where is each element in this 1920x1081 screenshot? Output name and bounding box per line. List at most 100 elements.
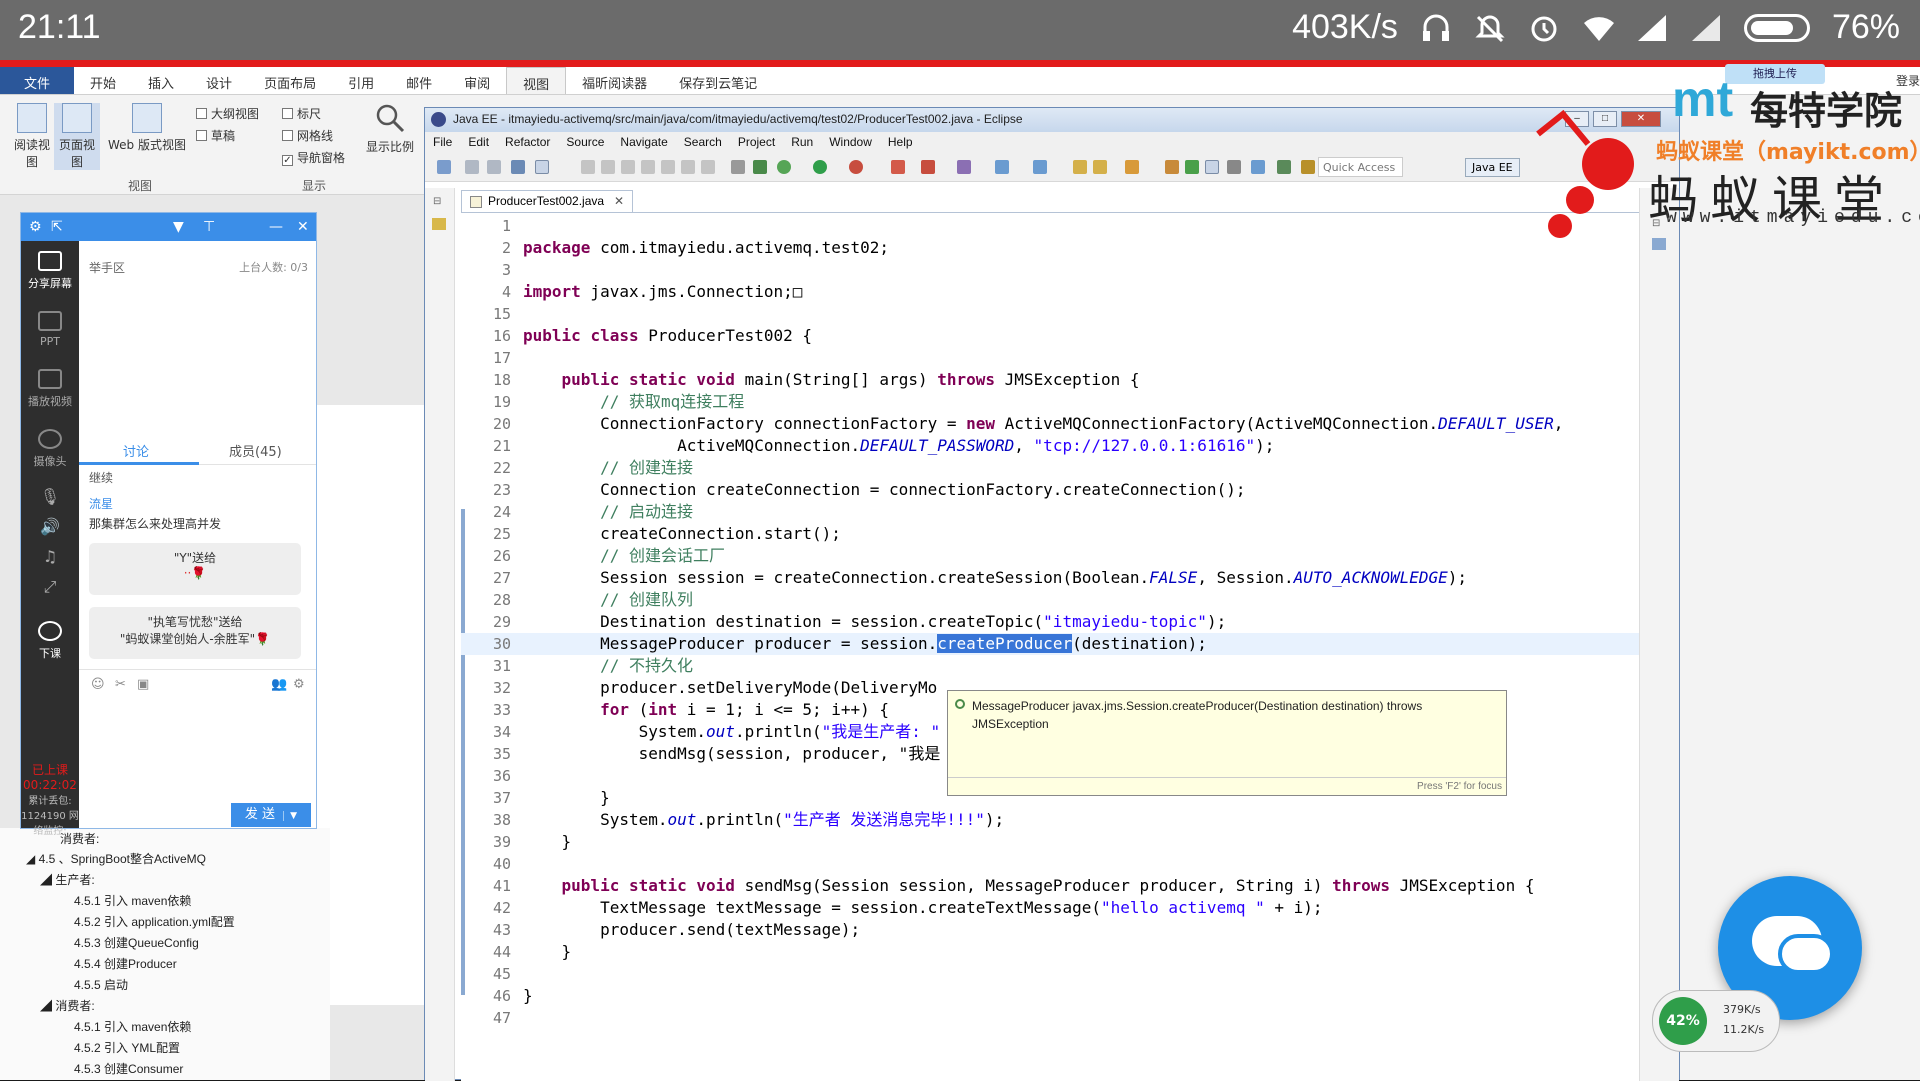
code-line[interactable]: 1 xyxy=(461,215,1639,237)
fullscreen-icon[interactable]: ⤢ xyxy=(21,577,79,597)
outline-item[interactable]: ◢ 消费者: xyxy=(40,997,95,1014)
code-text[interactable]: Connection createConnection = connection… xyxy=(517,479,1245,501)
block-select-icon[interactable] xyxy=(1251,160,1265,174)
step-over-icon[interactable] xyxy=(681,160,695,174)
run-icon[interactable] xyxy=(813,160,827,174)
tab-file[interactable]: 文件 xyxy=(0,67,75,94)
code-line[interactable]: 41 public static void sendMsg(Session se… xyxy=(461,875,1639,897)
code-line[interactable]: 27 Session session = createConnection.cr… xyxy=(461,567,1639,589)
code-line[interactable]: 26 // 创建会话工厂 xyxy=(461,545,1639,567)
save-all-icon[interactable] xyxy=(487,160,501,174)
pin-icon[interactable]: ⊤ xyxy=(203,219,215,235)
menu-file[interactable]: File xyxy=(425,132,460,152)
image-icon[interactable]: ▣ xyxy=(137,677,149,692)
menu-window[interactable]: Window xyxy=(821,132,880,152)
outline-item[interactable]: 4.5.3 创建Consumer xyxy=(74,1060,183,1077)
disconnect-icon[interactable] xyxy=(641,160,655,174)
search-icon[interactable] xyxy=(1125,160,1139,174)
new-icon[interactable] xyxy=(437,160,451,174)
share-screen-button[interactable]: 分享屏幕 xyxy=(21,251,79,291)
menu-search[interactable]: Search xyxy=(676,132,730,152)
code-text[interactable]: public class ProducerTest002 { xyxy=(517,325,812,347)
menu-source[interactable]: Source xyxy=(558,132,612,152)
outline-item[interactable]: 4.5.1 引入 maven依赖 xyxy=(74,1018,191,1035)
draft-view-button[interactable]: 草稿 xyxy=(196,127,235,144)
code-line[interactable]: 20 ConnectionFactory connectionFactory =… xyxy=(461,413,1639,435)
settings-icon[interactable]: ⚙ xyxy=(29,219,42,235)
code-line[interactable]: 21 ActiveMQConnection.DEFAULT_PASSWORD, … xyxy=(461,435,1639,457)
code-text[interactable]: // 创建队列 xyxy=(517,589,693,611)
code-text[interactable]: sendMsg(session, producer, "我是 xyxy=(517,743,941,765)
terminate-icon[interactable] xyxy=(621,160,635,174)
close-icon[interactable]: ✕ xyxy=(297,219,309,235)
outline-item[interactable]: 4.5.2 引入 application.yml配置 xyxy=(74,913,235,930)
code-text[interactable]: // 创建连接 xyxy=(517,457,693,479)
terminal-icon[interactable] xyxy=(511,160,525,174)
ppt-button[interactable]: PPT xyxy=(21,311,79,348)
zoom-button[interactable]: 显示比例 xyxy=(362,103,418,155)
code-line[interactable]: 40 xyxy=(461,853,1639,875)
package-explorer-icon[interactable] xyxy=(432,218,446,230)
code-line[interactable]: 22 // 创建连接 xyxy=(461,457,1639,479)
refresh-icon[interactable] xyxy=(753,160,767,174)
code-line[interactable]: 19 // 获取mq连接工程 xyxy=(461,391,1639,413)
code-line[interactable]: 28 // 创建队列 xyxy=(461,589,1639,611)
minimize-icon[interactable]: — xyxy=(269,219,283,235)
step-return-icon[interactable] xyxy=(701,160,715,174)
code-text[interactable]: } xyxy=(517,941,572,963)
code-text[interactable]: public static void sendMsg(Session sessi… xyxy=(517,875,1535,897)
code-text[interactable]: MessageProducer producer = session.creat… xyxy=(517,633,1207,655)
read-view-button[interactable]: 阅读视图 xyxy=(12,103,52,170)
outline-item[interactable]: 4.5.1 引入 maven依赖 xyxy=(74,892,191,909)
tab-members[interactable]: 成员(45) xyxy=(229,441,282,460)
outline-item[interactable]: 4.5.3 创建QueueConfig xyxy=(74,934,199,951)
restore-icon[interactable]: ⊟ xyxy=(433,196,441,207)
tab-view[interactable]: 视图 xyxy=(506,67,567,94)
code-text[interactable]: Destination destination = session.create… xyxy=(517,611,1226,633)
code-line[interactable]: 42 TextMessage textMessage = session.cre… xyxy=(461,897,1639,919)
next-annotation-icon[interactable] xyxy=(1301,160,1315,174)
code-text[interactable]: } xyxy=(517,831,572,853)
code-line[interactable]: 31 // 不持久化 xyxy=(461,655,1639,677)
open-resource-icon[interactable] xyxy=(1093,160,1107,174)
ruler-checkbox[interactable]: 标尺 xyxy=(282,105,321,122)
outline-item[interactable]: 4.5.2 引入 YML配置 xyxy=(74,1039,180,1056)
code-line[interactable]: 38 System.out.println("生产者 发送消息完毕!!!"); xyxy=(461,809,1639,831)
tab-discuss[interactable]: 讨论 xyxy=(123,441,149,460)
code-text[interactable]: } xyxy=(517,787,610,809)
code-line[interactable]: 45 xyxy=(461,963,1639,985)
tab-home[interactable]: 开始 xyxy=(74,67,132,94)
code-text[interactable]: package com.itmayiedu.activemq.test02; xyxy=(517,237,889,259)
resume-icon[interactable] xyxy=(581,160,595,174)
outline-item[interactable]: ◢ 生产者: xyxy=(40,871,95,888)
speaker-icon[interactable]: 🔊 xyxy=(21,517,79,536)
code-editor[interactable]: 1 2 package com.itmayiedu.activemq.test02;… xyxy=(461,212,1639,1081)
web-view-button[interactable]: Web 版式视图 xyxy=(104,103,190,153)
mic-icon[interactable]: 🎙 xyxy=(21,487,79,506)
code-line[interactable]: 16 public class ProducerTest002 { xyxy=(461,325,1639,347)
emoji-icon[interactable]: ☺ xyxy=(91,677,105,692)
tab-references[interactable]: 引用 xyxy=(332,67,390,94)
code-line[interactable]: 24 // 启动连接 xyxy=(461,501,1639,523)
quick-access-input[interactable]: Quick Access xyxy=(1318,157,1403,177)
menu-project[interactable]: Project xyxy=(730,132,783,152)
tab-design[interactable]: 设计 xyxy=(190,67,248,94)
menu-navigate[interactable]: Navigate xyxy=(612,132,675,152)
skip-breakpoints-icon[interactable] xyxy=(535,160,549,174)
send-button[interactable]: 发 送 ▼ xyxy=(231,803,311,827)
servers-icon[interactable] xyxy=(731,160,745,174)
code-text[interactable]: // 不持久化 xyxy=(517,655,693,677)
code-text[interactable]: // 创建会话工厂 xyxy=(517,545,725,567)
code-text[interactable]: ActiveMQConnection.DEFAULT_PASSWORD, "tc… xyxy=(517,435,1274,457)
step-into-icon[interactable] xyxy=(661,160,675,174)
code-line[interactable]: 25 createConnection.start(); xyxy=(461,523,1639,545)
open-type-icon[interactable] xyxy=(1073,160,1087,174)
new-package-icon[interactable] xyxy=(995,160,1009,174)
code-line[interactable]: 15 xyxy=(461,303,1639,325)
code-line[interactable]: 4 import javax.jms.Connection;□ xyxy=(461,281,1639,303)
coverage-icon[interactable] xyxy=(921,160,935,174)
code-text[interactable]: ConnectionFactory connectionFactory = ne… xyxy=(517,413,1563,435)
code-text[interactable]: producer.send(textMessage); xyxy=(517,919,860,941)
code-text[interactable]: producer.setDeliveryMode(DeliveryMo xyxy=(517,677,937,699)
code-line[interactable]: 47 xyxy=(461,1007,1639,1029)
